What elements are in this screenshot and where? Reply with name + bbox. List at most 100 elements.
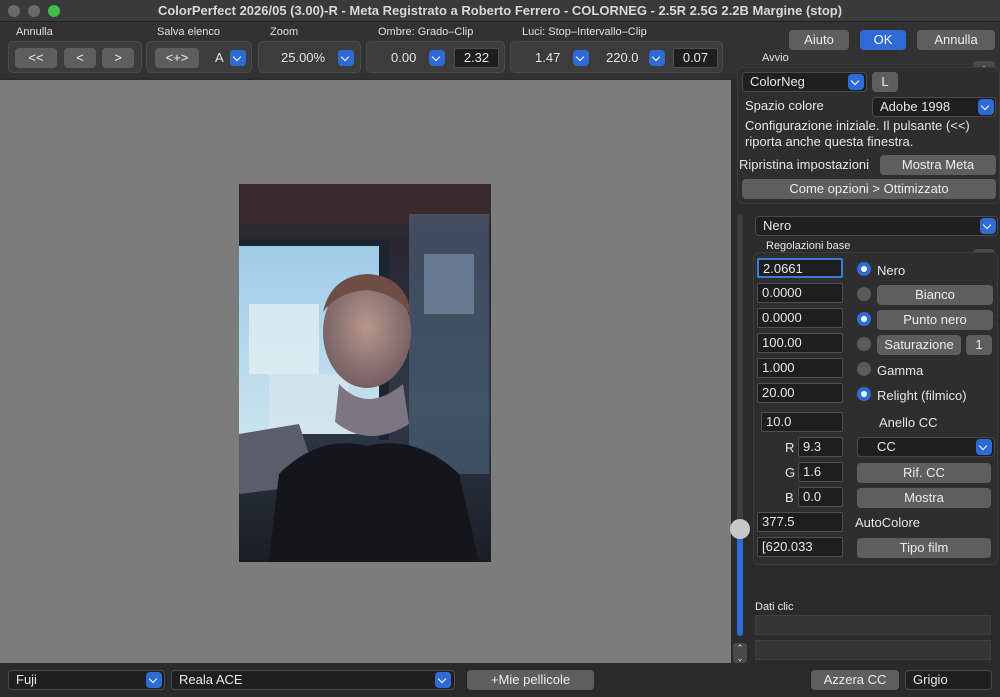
film-type-button[interactable]: Tipo film bbox=[857, 538, 991, 558]
click-data-line1 bbox=[755, 615, 991, 635]
save-list-label: Salva elenco bbox=[157, 26, 220, 38]
g-label: G bbox=[785, 465, 796, 480]
undo-first-button[interactable]: << bbox=[15, 48, 57, 68]
section-dropdown-icon bbox=[980, 218, 996, 234]
b-label: B bbox=[785, 490, 794, 505]
cancel-button[interactable]: Annulla bbox=[917, 30, 995, 50]
grey-field[interactable]: Grigio bbox=[905, 670, 992, 690]
color-space-value: Adobe 1998 bbox=[880, 99, 951, 114]
adjust-radio[interactable] bbox=[857, 262, 871, 276]
adjust-value-field[interactable]: 1.000 bbox=[757, 358, 843, 378]
l-button[interactable]: L bbox=[872, 72, 898, 92]
autocolor-label: AutoColore bbox=[855, 515, 921, 530]
basic-adjust-header: Regolazioni base bbox=[766, 240, 851, 252]
show-button[interactable]: Mostra bbox=[857, 488, 991, 508]
adjust-value-field[interactable]: 20.00 bbox=[757, 383, 843, 403]
undo-group-label: Annulla bbox=[16, 26, 53, 38]
film-select[interactable]: Reala ACE bbox=[171, 670, 455, 690]
zoom-dropdown[interactable] bbox=[338, 50, 354, 66]
adjust-label: Gamma bbox=[877, 363, 924, 378]
highlights-stop-value: 1.47 bbox=[535, 50, 561, 65]
help-button[interactable]: Aiuto bbox=[789, 30, 849, 50]
zoom-group: 25.00% bbox=[258, 41, 361, 73]
mode-dropdown-icon bbox=[848, 74, 864, 90]
adjust-label: Relight (filmico) bbox=[877, 388, 967, 403]
section-select[interactable]: Nero bbox=[755, 216, 998, 236]
section-value: Nero bbox=[763, 218, 792, 233]
adjust-radio[interactable] bbox=[857, 387, 871, 401]
color-space-label: Spazio colore bbox=[745, 98, 824, 113]
panel-slider-knob[interactable] bbox=[730, 519, 750, 539]
ref-cc-button[interactable]: Rif. CC bbox=[857, 463, 991, 483]
shadows-label: Ombre: Grado–Clip bbox=[378, 26, 474, 38]
mode-value: ColorNeg bbox=[750, 74, 805, 89]
panel-slider-fill bbox=[737, 530, 743, 636]
zoom-label: Zoom bbox=[270, 26, 299, 38]
cc-dropdown-icon bbox=[976, 439, 992, 455]
highlights-clip-field[interactable]: 0.07 bbox=[673, 48, 718, 68]
bottom-bar: Fuji Reala ACE +Mie pellicole Azzera CC … bbox=[0, 663, 1000, 697]
options-optimized-button[interactable]: Come opzioni > Ottimizzato bbox=[742, 179, 996, 199]
click-data-line2 bbox=[755, 640, 991, 660]
b-field[interactable]: 0.0 bbox=[798, 487, 843, 507]
adjust-value-field[interactable]: 2.0661 bbox=[757, 258, 843, 278]
save-slot-value: A bbox=[215, 50, 224, 65]
anello-field[interactable]: 10.0 bbox=[761, 412, 843, 432]
save-list-button[interactable]: <+> bbox=[155, 48, 199, 68]
highlights-range-dropdown[interactable] bbox=[649, 50, 665, 66]
zoom-value: 25.00% bbox=[281, 50, 326, 65]
adjust-label: Nero bbox=[877, 263, 906, 278]
my-films-button[interactable]: +Mie pellicole bbox=[467, 670, 594, 690]
shadows-grade-value: 0.00 bbox=[391, 50, 417, 65]
color-space-dropdown-icon bbox=[978, 99, 994, 115]
highlights-group: 1.47 220.0 0.07 bbox=[510, 41, 723, 73]
highlights-stop-dropdown[interactable] bbox=[573, 50, 589, 66]
highlights-label: Luci: Stop–Intervallo–Clip bbox=[522, 26, 647, 38]
undo-prev-button[interactable]: < bbox=[64, 48, 96, 68]
adjust-label-button[interactable]: Saturazione bbox=[877, 335, 961, 355]
brand-select[interactable]: Fuji bbox=[8, 670, 165, 690]
shadows-grade-dropdown[interactable] bbox=[429, 50, 445, 66]
highlights-range-value: 220.0 bbox=[606, 50, 639, 65]
anello-label: Anello CC bbox=[879, 415, 938, 430]
window-title: ColorPerfect 2026/05 (3.00)-R - Meta Reg… bbox=[157, 3, 843, 18]
film-dropdown-icon bbox=[435, 672, 451, 688]
undo-group: << < > bbox=[8, 41, 142, 73]
cc-select[interactable]: CC bbox=[857, 437, 995, 457]
film-value: Reala ACE bbox=[179, 672, 243, 687]
undo-next-button[interactable]: > bbox=[102, 48, 134, 68]
slider-stepper[interactable]: ⌃ ⌄ bbox=[733, 643, 747, 663]
r-field[interactable]: 9.3 bbox=[798, 437, 843, 457]
shadows-group: 0.00 2.32 bbox=[366, 41, 505, 73]
g-field[interactable]: 1.6 bbox=[798, 462, 843, 482]
save-slot-dropdown[interactable] bbox=[230, 50, 246, 66]
adjust-radio[interactable] bbox=[857, 287, 871, 301]
adjust-radio[interactable] bbox=[857, 337, 871, 351]
brand-value: Fuji bbox=[16, 672, 37, 687]
ok-button[interactable]: OK bbox=[860, 30, 906, 50]
shadows-clip-field[interactable]: 2.32 bbox=[454, 48, 499, 68]
title-bar: ColorPerfect 2026/05 (3.00)-R - Meta Reg… bbox=[0, 0, 1000, 22]
reset-cc-button[interactable]: Azzera CC bbox=[811, 670, 899, 690]
saturation-step-button[interactable]: 1 bbox=[966, 335, 992, 355]
startup-header: Avvio bbox=[762, 52, 789, 64]
startup-note-line1: Configurazione iniziale. Il pulsante (<<… bbox=[745, 118, 970, 133]
adjust-value-field[interactable]: 100.00 bbox=[757, 333, 843, 353]
autocolor-field[interactable]: 377.5 bbox=[757, 512, 843, 532]
show-meta-button[interactable]: Mostra Meta bbox=[880, 155, 996, 175]
cc-value: CC bbox=[877, 439, 896, 454]
adjust-value-field[interactable]: 0.0000 bbox=[757, 283, 843, 303]
save-list-group: <+> A bbox=[146, 41, 252, 73]
film-type-field[interactable]: [620.033 bbox=[757, 537, 843, 557]
click-data-label: Dati clic bbox=[755, 601, 794, 613]
brand-dropdown-icon bbox=[146, 672, 162, 688]
r-label: R bbox=[785, 440, 795, 455]
startup-note-line2: riporta anche questa finestra. bbox=[745, 134, 914, 149]
adjust-radio[interactable] bbox=[857, 362, 871, 376]
adjust-radio[interactable] bbox=[857, 312, 871, 326]
grey-value: Grigio bbox=[913, 672, 948, 687]
adjust-label-button[interactable]: Bianco bbox=[877, 285, 993, 305]
adjust-label-button[interactable]: Punto nero bbox=[877, 310, 993, 330]
adjust-value-field[interactable]: 0.0000 bbox=[757, 308, 843, 328]
preview-photo bbox=[239, 184, 491, 562]
